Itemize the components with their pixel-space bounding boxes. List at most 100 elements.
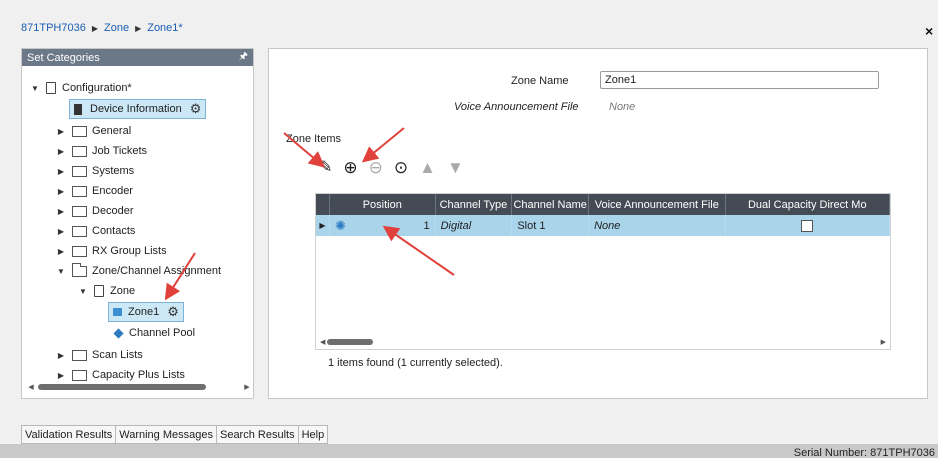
tree-item-configuration[interactable]: ▼ Configuration* — [30, 79, 132, 97]
tree-item-contacts[interactable]: ▶ Contacts — [56, 222, 136, 240]
collapsed-arrow-icon[interactable]: ▶ — [56, 227, 66, 236]
status-bar: Serial Number: 871TPH7036 — [0, 444, 938, 458]
set-categories-header: Set Categories 🖈 — [22, 49, 253, 66]
column-header-dual-capacity[interactable]: Dual Capacity Direct Mo — [726, 194, 890, 215]
tree-item-zone[interactable]: ▼ Zone — [78, 282, 135, 300]
table-row[interactable]: ▶ ✺ 1 Digital Slot 1 None — [316, 215, 891, 236]
tree-item-general[interactable]: ▶ General — [56, 122, 131, 140]
panel-title: Set Categories — [27, 51, 100, 64]
collapsed-arrow-icon[interactable]: ▶ — [56, 187, 66, 196]
tree-item-rx-group-lists[interactable]: ▶ RX Group Lists — [56, 242, 167, 260]
items-found-status: 1 items found (1 currently selected). — [328, 357, 503, 369]
grid-horizontal-scrollbar[interactable]: ◀ ▶ — [316, 337, 890, 347]
column-header-channel-name[interactable]: Channel Name — [512, 194, 590, 215]
position-value: 1 — [423, 219, 430, 232]
close-icon[interactable]: × — [925, 24, 933, 38]
folder-icon — [72, 369, 87, 381]
scroll-left-icon[interactable]: ◀ — [320, 338, 325, 346]
pin-icon[interactable]: 🖈 — [239, 49, 248, 66]
collapsed-arrow-icon[interactable]: ▶ — [56, 371, 66, 380]
breadcrumb-device[interactable]: 871TPH7036 — [21, 22, 86, 34]
zone-items-toolbar: ✎ ⊕ ⊖ ⊙ ▲ ▼ — [319, 159, 464, 176]
expanded-arrow-icon[interactable]: ▼ — [30, 84, 40, 93]
row-marker-header — [316, 194, 330, 215]
add-circle-icon[interactable]: ⊕ — [343, 159, 357, 176]
move-down-icon[interactable]: ▼ — [447, 159, 464, 176]
tab-help[interactable]: Help — [299, 426, 328, 443]
expanded-arrow-icon[interactable]: ▼ — [56, 267, 66, 276]
scroll-thumb[interactable] — [38, 384, 206, 390]
tree-item-decoder[interactable]: ▶ Decoder — [56, 202, 134, 220]
folder-icon — [72, 185, 87, 197]
configuration-icon — [46, 82, 56, 94]
tree-label: Encoder — [92, 185, 133, 197]
tab-search-results[interactable]: Search Results — [217, 426, 299, 443]
column-header-channel-type[interactable]: Channel Type — [436, 194, 513, 215]
zone-items-grid: Position Channel Type Channel Name Voice… — [315, 193, 891, 350]
folder-icon — [72, 165, 87, 177]
column-header-position[interactable]: Position — [330, 194, 436, 215]
tree-label: Device Information — [90, 103, 182, 115]
collapsed-arrow-icon[interactable]: ▶ — [56, 207, 66, 216]
tree-label: Contacts — [92, 225, 136, 237]
breadcrumb: 871TPH7036 ▶ Zone ▶ Zone1* — [21, 22, 183, 34]
scroll-right-icon[interactable]: ▶ — [881, 338, 886, 346]
tree-item-systems[interactable]: ▶ Systems — [56, 162, 134, 180]
tree-item-scan-lists[interactable]: ▶ Scan Lists — [56, 346, 143, 364]
tree-item-zone1[interactable]: Zone1 ⚙ — [108, 302, 184, 322]
folder-icon — [72, 145, 87, 157]
zone-name-input[interactable]: Zone1 — [600, 71, 879, 89]
cell-position[interactable]: ✺ 1 — [330, 215, 436, 236]
tree-label: Configuration* — [62, 82, 132, 94]
tree-item-encoder[interactable]: ▶ Encoder — [56, 182, 133, 200]
tree-label: Zone — [110, 285, 136, 297]
more-options-icon[interactable]: ⊙ — [394, 159, 408, 176]
scroll-right-icon[interactable]: ▶ — [242, 383, 252, 391]
tree-item-job-tickets[interactable]: ▶ Job Tickets — [56, 142, 147, 160]
tree-label: Systems — [92, 165, 135, 177]
tab-validation-results[interactable]: Validation Results — [22, 426, 117, 443]
cell-channel-type[interactable]: Digital — [436, 215, 513, 236]
zone-name-label: Zone Name — [511, 75, 569, 87]
dual-capacity-checkbox[interactable] — [801, 219, 814, 232]
tree-item-zone-channel-assignment[interactable]: ▼ Zone/Channel Assignment — [56, 262, 221, 280]
folder-icon — [72, 245, 87, 257]
tree-horizontal-scrollbar[interactable]: ◀ ▶ — [26, 382, 252, 392]
tree-item-channel-pool[interactable]: Channel Pool — [113, 324, 196, 342]
collapsed-arrow-icon[interactable]: ▶ — [56, 351, 66, 360]
collapsed-arrow-icon[interactable]: ▶ — [56, 147, 66, 156]
collapsed-arrow-icon[interactable]: ▶ — [56, 127, 66, 136]
gear-icon[interactable]: ⚙ — [167, 304, 179, 320]
cell-channel-name[interactable]: Slot 1 — [512, 215, 590, 236]
edit-pencil-icon[interactable]: ✎ — [319, 159, 332, 176]
zone-items-label: Zone Items — [286, 133, 342, 145]
column-header-voice-file[interactable]: Voice Announcement File — [589, 194, 726, 215]
voice-announcement-value[interactable]: None — [609, 101, 635, 113]
tree-label: Channel Pool — [129, 327, 196, 339]
breadcrumb-zone[interactable]: Zone — [104, 22, 129, 34]
folder-icon — [72, 205, 87, 217]
scroll-left-icon[interactable]: ◀ — [26, 383, 36, 391]
cell-dual-capacity[interactable] — [726, 215, 891, 236]
device-icon — [74, 103, 82, 115]
tree-label: Zone1 — [128, 306, 160, 318]
move-up-icon[interactable]: ▲ — [419, 159, 436, 176]
cell-voice-file[interactable]: None — [589, 215, 726, 236]
set-categories-panel: Set Categories 🖈 ▼ Configuration* Device… — [21, 48, 254, 399]
gear-icon[interactable]: ⚙ — [190, 101, 202, 117]
breadcrumb-separator-icon: ▶ — [135, 23, 142, 33]
zone-editor-panel: Zone Name Zone1 Voice Announcement File … — [268, 48, 928, 399]
expanded-arrow-icon[interactable]: ▼ — [78, 287, 88, 296]
breadcrumb-zone1[interactable]: Zone1* — [147, 22, 182, 34]
breadcrumb-separator-icon: ▶ — [91, 23, 98, 33]
zone-folder-icon — [113, 308, 122, 316]
scroll-thumb[interactable] — [327, 339, 374, 345]
tree-label: Decoder — [92, 205, 134, 217]
tree-item-device-information[interactable]: Device Information ⚙ — [69, 99, 207, 119]
collapsed-arrow-icon[interactable]: ▶ — [56, 167, 66, 176]
tab-warning-messages[interactable]: Warning Messages — [116, 426, 217, 443]
cube-icon — [113, 327, 124, 339]
collapsed-arrow-icon[interactable]: ▶ — [56, 247, 66, 256]
tree-label: Scan Lists — [92, 349, 143, 361]
remove-circle-icon[interactable]: ⊖ — [369, 159, 383, 176]
